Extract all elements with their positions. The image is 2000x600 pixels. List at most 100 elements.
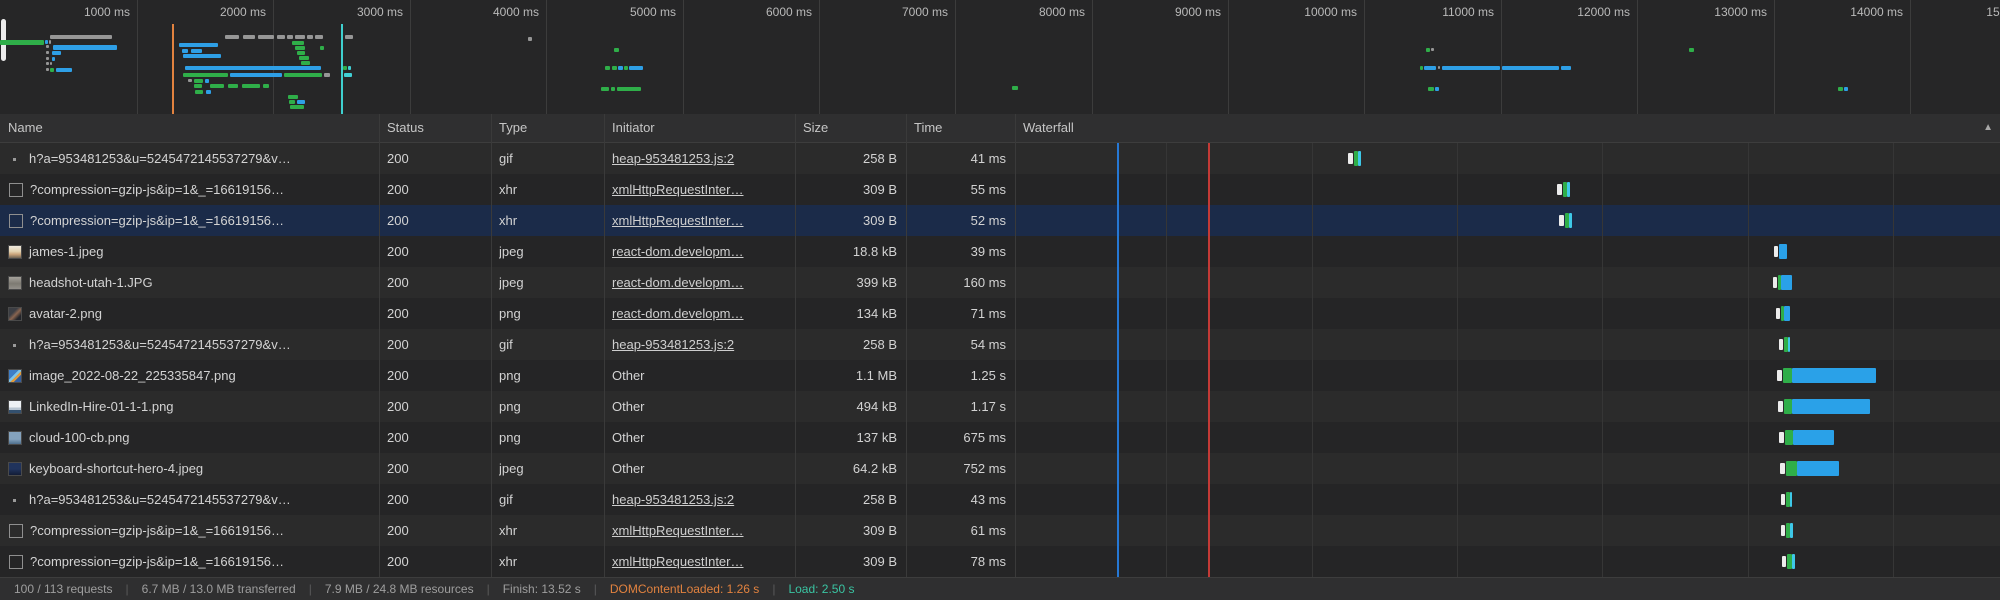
- waterfall-bar-stall[interactable]: [1779, 432, 1784, 443]
- waterfall-bar-wait[interactable]: [1786, 461, 1797, 476]
- request-name[interactable]: james-1.jpeg: [29, 236, 103, 267]
- column-header-waterfall[interactable]: Waterfall▲: [1015, 114, 2000, 142]
- waterfall-bar-stall[interactable]: [1782, 556, 1786, 567]
- waterfall-bar-dlc[interactable]: [1788, 337, 1790, 352]
- waterfall-bar-dlc[interactable]: [1569, 213, 1572, 228]
- column-header-type[interactable]: Type: [491, 114, 604, 142]
- network-overview-timeline[interactable]: 1000 ms2000 ms3000 ms4000 ms5000 ms6000 …: [0, 0, 2000, 115]
- table-row[interactable]: h?a=953481253&u=5245472145537279&v…200gi…: [0, 143, 2000, 174]
- waterfall-bar-dl[interactable]: [1797, 461, 1839, 476]
- waterfall-bar-dl[interactable]: [1792, 368, 1876, 383]
- waterfall-bar-dl[interactable]: [1793, 430, 1834, 445]
- waterfall-bar-dlc[interactable]: [1358, 151, 1361, 166]
- overview-request-bar: [277, 35, 285, 39]
- column-divider[interactable]: [604, 114, 605, 577]
- name-wrap: ?compression=gzip-js&ip=1&_=16619156…: [8, 205, 375, 236]
- request-name[interactable]: ?compression=gzip-js&ip=1&_=16619156…: [30, 515, 284, 546]
- waterfall-bar-stall[interactable]: [1774, 246, 1778, 257]
- column-header-time[interactable]: Time: [906, 114, 1015, 142]
- table-row[interactable]: james-1.jpeg200jpegreact-dom.developm…18…: [0, 236, 2000, 267]
- waterfall-bar-wait[interactable]: [1785, 430, 1793, 445]
- initiator-link[interactable]: heap-953481253.js:2: [612, 492, 734, 507]
- waterfall-bar-stall[interactable]: [1557, 184, 1562, 195]
- waterfall-bar-stall[interactable]: [1773, 277, 1777, 288]
- initiator-link[interactable]: xmlHttpRequestInter…: [612, 523, 744, 538]
- table-row[interactable]: headshot-utah-1.JPG200jpegreact-dom.deve…: [0, 267, 2000, 298]
- table-row[interactable]: h?a=953481253&u=5245472145537279&v…200gi…: [0, 484, 2000, 515]
- waterfall-bar-stall[interactable]: [1777, 370, 1782, 381]
- time-cell: 160 ms: [906, 267, 1006, 298]
- table-row[interactable]: ?compression=gzip-js&ip=1&_=16619156…200…: [0, 546, 2000, 577]
- sort-arrow-icon[interactable]: ▲: [1983, 114, 1993, 142]
- request-name[interactable]: h?a=953481253&u=5245472145537279&v…: [29, 143, 291, 174]
- table-row[interactable]: ?compression=gzip-js&ip=1&_=16619156…200…: [0, 205, 2000, 236]
- table-row[interactable]: h?a=953481253&u=5245472145537279&v…200gi…: [0, 329, 2000, 360]
- waterfall-bar-dl[interactable]: [1781, 275, 1792, 290]
- waterfall-bar-wait[interactable]: [1783, 368, 1792, 383]
- request-name[interactable]: keyboard-shortcut-hero-4.jpeg: [29, 453, 203, 484]
- overview-request-bar: [183, 73, 228, 77]
- overview-gridline: [1637, 0, 1638, 114]
- request-name[interactable]: h?a=953481253&u=5245472145537279&v…: [29, 484, 291, 515]
- initiator-link[interactable]: xmlHttpRequestInter…: [612, 554, 744, 569]
- waterfall-bar-dl[interactable]: [1784, 306, 1790, 321]
- table-row[interactable]: avatar-2.png200pngreact-dom.developm…134…: [0, 298, 2000, 329]
- overview-request-bar: [46, 68, 49, 71]
- request-name[interactable]: ?compression=gzip-js&ip=1&_=16619156…: [30, 205, 284, 236]
- request-name[interactable]: image_2022-08-22_225335847.png: [29, 360, 236, 391]
- waterfall-bar-stall[interactable]: [1781, 525, 1785, 536]
- column-divider[interactable]: [379, 114, 380, 577]
- column-divider[interactable]: [491, 114, 492, 577]
- waterfall-bar-stall[interactable]: [1779, 339, 1783, 350]
- request-name[interactable]: avatar-2.png: [29, 298, 102, 329]
- initiator-link[interactable]: heap-953481253.js:2: [612, 337, 734, 352]
- column-header-initiator[interactable]: Initiator: [604, 114, 795, 142]
- initiator-link[interactable]: react-dom.developm…: [612, 244, 744, 259]
- waterfall-bar-dlc[interactable]: [1792, 554, 1795, 569]
- initiator-cell: xmlHttpRequestInter…: [612, 515, 791, 546]
- waterfall-bar-dl[interactable]: [1779, 244, 1787, 259]
- initiator-link[interactable]: react-dom.developm…: [612, 306, 744, 321]
- initiator-link[interactable]: react-dom.developm…: [612, 275, 744, 290]
- column-header-size[interactable]: Size: [795, 114, 906, 142]
- time-cell: 1.17 s: [906, 391, 1006, 422]
- column-header-name[interactable]: Name: [0, 114, 379, 142]
- waterfall-bar-stall[interactable]: [1781, 494, 1785, 505]
- initiator-link[interactable]: xmlHttpRequestInter…: [612, 182, 744, 197]
- table-row[interactable]: ?compression=gzip-js&ip=1&_=16619156…200…: [0, 174, 2000, 205]
- request-name[interactable]: headshot-utah-1.JPG: [29, 267, 153, 298]
- initiator-link[interactable]: heap-953481253.js:2: [612, 151, 734, 166]
- table-row[interactable]: ?compression=gzip-js&ip=1&_=16619156…200…: [0, 515, 2000, 546]
- waterfall-bar-dl[interactable]: [1792, 399, 1870, 414]
- column-divider[interactable]: [906, 114, 907, 577]
- column-divider[interactable]: [1015, 114, 1016, 577]
- initiator-cell: xmlHttpRequestInter…: [612, 205, 791, 236]
- column-divider[interactable]: [795, 114, 796, 577]
- waterfall-bar-stall[interactable]: [1780, 463, 1785, 474]
- table-row[interactable]: LinkedIn-Hire-01-1-1.png200pngOther494 k…: [0, 391, 2000, 422]
- overview-time-label: 1000 ms: [0, 5, 130, 19]
- request-name[interactable]: ?compression=gzip-js&ip=1&_=16619156…: [30, 174, 284, 205]
- table-row[interactable]: cloud-100-cb.png200pngOther137 kB675 ms: [0, 422, 2000, 453]
- waterfall-bar-dlc[interactable]: [1790, 523, 1793, 538]
- waterfall-bar-dlc[interactable]: [1790, 492, 1792, 507]
- overview-request-bar: [230, 73, 282, 77]
- waterfall-bar-stall[interactable]: [1778, 401, 1783, 412]
- waterfall-bar-stall[interactable]: [1559, 215, 1564, 226]
- request-name[interactable]: h?a=953481253&u=5245472145537279&v…: [29, 329, 291, 360]
- waterfall-bar-stall[interactable]: [1776, 308, 1780, 319]
- name-cell: ?compression=gzip-js&ip=1&_=16619156…: [8, 174, 375, 205]
- waterfall-bar-wait[interactable]: [1784, 399, 1792, 414]
- waterfall-bar-stall[interactable]: [1348, 153, 1353, 164]
- table-row[interactable]: image_2022-08-22_225335847.png200pngOthe…: [0, 360, 2000, 391]
- table-row[interactable]: keyboard-shortcut-hero-4.jpeg200jpegOthe…: [0, 453, 2000, 484]
- request-name[interactable]: LinkedIn-Hire-01-1-1.png: [29, 391, 174, 422]
- name-cell: headshot-utah-1.JPG: [8, 267, 375, 298]
- waterfall-bar-dlc[interactable]: [1567, 182, 1570, 197]
- overview-request-bar: [284, 73, 322, 77]
- type-cell: xhr: [499, 515, 602, 546]
- request-name[interactable]: cloud-100-cb.png: [29, 422, 129, 453]
- column-header-status[interactable]: Status: [379, 114, 491, 142]
- initiator-link[interactable]: xmlHttpRequestInter…: [612, 213, 744, 228]
- request-name[interactable]: ?compression=gzip-js&ip=1&_=16619156…: [30, 546, 284, 577]
